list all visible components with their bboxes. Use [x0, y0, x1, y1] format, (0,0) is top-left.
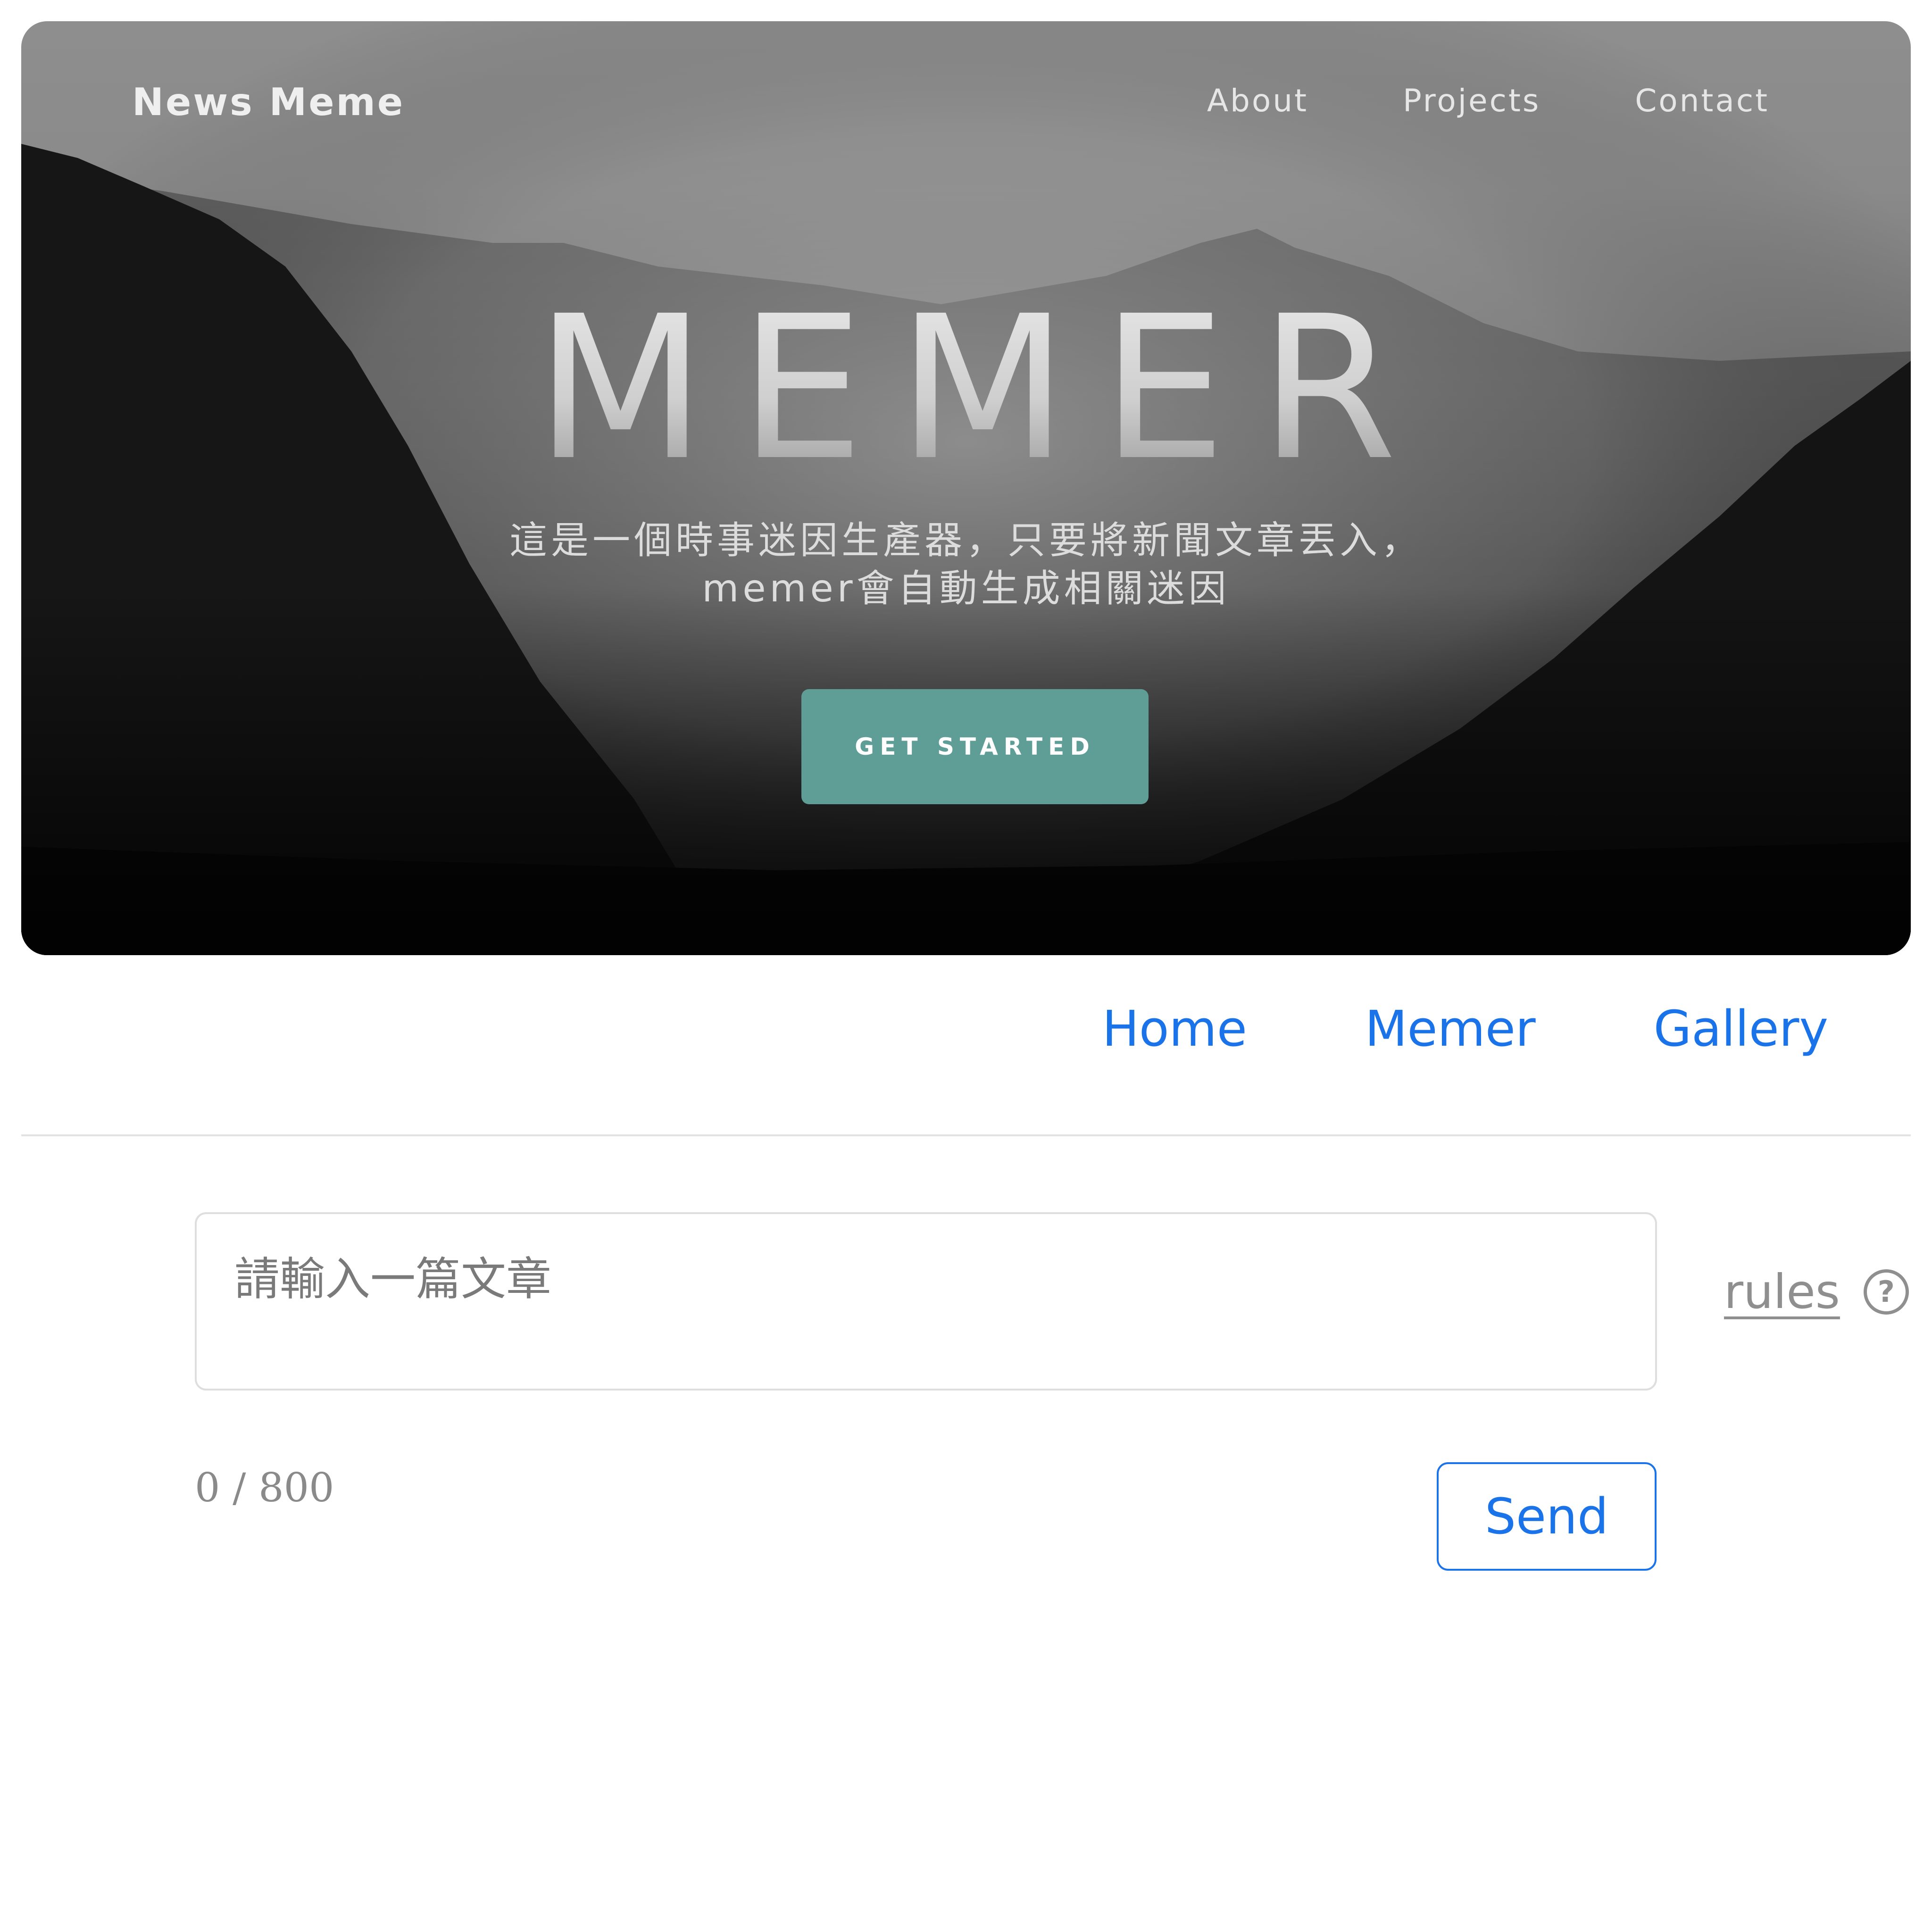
hero-title: MEMER	[21, 290, 1911, 488]
divider	[21, 1134, 1911, 1136]
main-nav-memer[interactable]: Memer	[1365, 1000, 1536, 1058]
rules-help: rules ?	[1724, 1264, 1909, 1319]
nav-link-contact[interactable]: Contact	[1635, 83, 1769, 119]
get-started-button[interactable]: GET STARTED	[801, 689, 1149, 804]
article-textarea[interactable]	[195, 1212, 1657, 1391]
top-nav: About Projects Contact	[1207, 83, 1769, 119]
hero-banner: News Meme About Projects Contact MEMER 這…	[21, 21, 1911, 955]
hero-subtitle: 這是一個時事迷因生產器，只要將新聞文章丟入， memer會自動生成相關迷因	[21, 516, 1911, 613]
hero-subtitle-line-1: 這是一個時事迷因生產器，只要將新聞文章丟入，	[509, 518, 1423, 562]
brand-logo[interactable]: News Meme	[132, 80, 405, 124]
rules-link[interactable]: rules	[1724, 1264, 1840, 1319]
page: News Meme About Projects Contact MEMER 這…	[0, 0, 1932, 1932]
nav-link-projects[interactable]: Projects	[1403, 83, 1541, 119]
main-nav: Home Memer Gallery	[1102, 1000, 1828, 1058]
send-button[interactable]: Send	[1437, 1462, 1657, 1571]
character-counter: 0 / 800	[195, 1465, 334, 1511]
main-nav-home[interactable]: Home	[1102, 1000, 1247, 1058]
nav-link-about[interactable]: About	[1207, 83, 1308, 119]
question-circle-icon[interactable]: ?	[1863, 1269, 1909, 1315]
main-nav-gallery[interactable]: Gallery	[1654, 1000, 1828, 1058]
hero-subtitle-line-2: memer會自動生成相關迷因	[702, 566, 1230, 610]
